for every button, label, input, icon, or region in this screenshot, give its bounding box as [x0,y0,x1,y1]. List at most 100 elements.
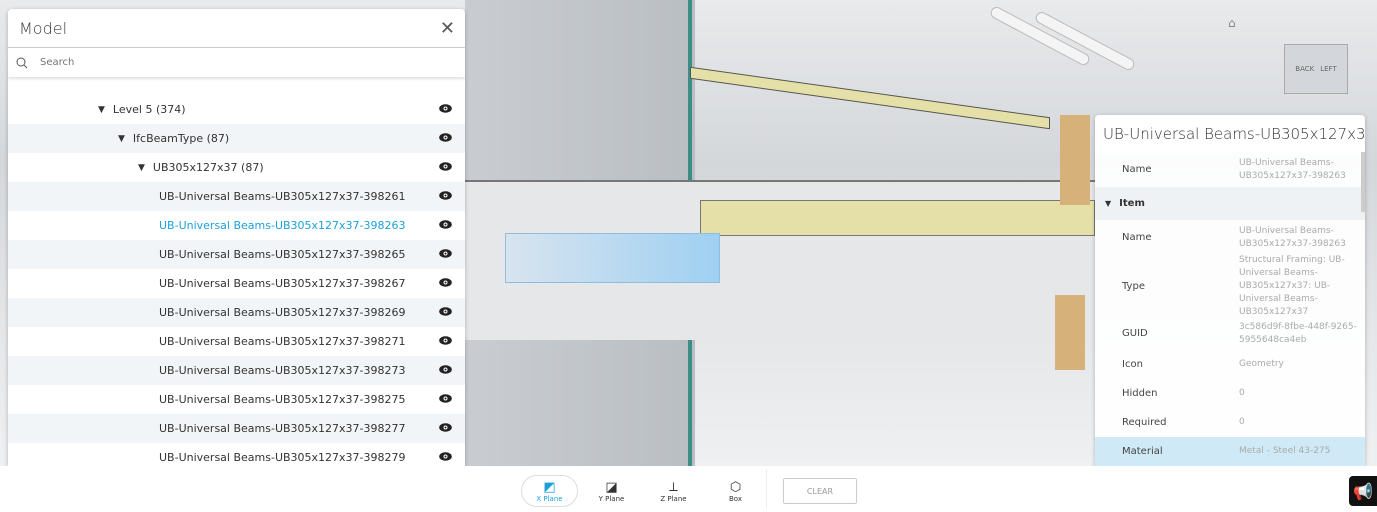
eye-icon[interactable] [439,364,452,377]
tree-item-label: UB-Universal Beams-UB305x127x37-398277 [159,422,406,435]
tree-item[interactable]: UB-Universal Beams-UB305x127x37-398261 [8,182,465,211]
button-label: Box [728,494,742,503]
tree-item[interactable]: UB-Universal Beams-UB305x127x37-398279 [8,443,465,466]
model-tree: ▼ Level 5 (374) ▼ IfcBeamType (87) ▼ UB305x12… [8,86,465,466]
property-value: Metal - Steel 43-275 [1239,446,1331,456]
property-value: Geometry [1239,359,1284,369]
tree-item[interactable]: UB-Universal Beams-UB305x127x37-398277 [8,414,465,443]
property-row[interactable]: Icon Geometry [1095,350,1365,379]
search-input[interactable] [40,57,420,68]
caret-down-icon[interactable]: ▼ [138,163,145,173]
property-key: Hidden [1122,388,1158,399]
panel-title: Model [19,18,68,38]
search-icon [16,57,28,68]
tree-item[interactable]: ▼ UB305x127x37 (87) [8,153,465,182]
property-key: Material [1122,446,1163,457]
y-plane-button[interactable]: ◪ Y Plane [583,475,640,507]
scrollbar[interactable] [1361,152,1365,212]
property-row[interactable]: GUID 3c586d9f-8fbe-448f-9265-5955648ca4eb [1095,317,1365,350]
property-value: Structural Framing: UB-Universal Beams-U… [1239,254,1345,317]
property-key: Required [1122,417,1167,428]
tree-item-label: UB-Universal Beams-UB305x127x37-398265 [159,248,406,261]
property-value: UB-Universal Beams-UB305x127x37-398263 [1239,225,1346,249]
search-bar [8,48,465,77]
section-label: Item [1119,198,1145,209]
property-value: 3c586d9f-8fbe-448f-9265-5955648ca4eb [1239,321,1357,345]
eye-icon[interactable] [439,132,452,145]
property-key: Name [1122,164,1152,175]
z-plane-button[interactable]: ⟂ Z Plane [645,475,702,507]
property-row[interactable]: Required 0 [1095,408,1365,437]
eye-icon[interactable] [439,306,452,319]
eye-icon[interactable] [439,190,452,203]
tree-item[interactable]: UB-Universal Beams-UB305x127x37-398263 [8,211,465,240]
eye-icon[interactable] [439,103,452,116]
caret-down-icon[interactable]: ▼ [118,134,125,144]
viewcube[interactable]: BACK LEFT [1284,44,1348,94]
tree-item-label: UB-Universal Beams-UB305x127x37-398269 [159,306,406,319]
upper-beam [690,66,1050,130]
tree-item[interactable]: UB-Universal Beams-UB305x127x37-398265 [8,240,465,269]
eye-icon[interactable] [439,335,452,348]
beam-section [700,200,1095,236]
home-icon[interactable]: ⌂ [1228,16,1236,30]
eye-icon[interactable] [439,161,452,174]
selected-beam[interactable] [505,233,720,283]
door [1060,115,1090,205]
caret-down-icon: ▼ [1105,199,1112,208]
property-row[interactable]: Material Metal - Steel 43-275 [1095,437,1365,466]
caret-down-icon[interactable]: ▼ [98,105,105,115]
tree-item-label: UB-Universal Beams-UB305x127x37-398263 [159,219,406,232]
property-value: 0 [1239,388,1245,398]
tree-item[interactable]: UB-Universal Beams-UB305x127x37-398275 [8,385,465,414]
z-plane-icon: ⟂ [669,479,678,495]
eye-icon[interactable] [439,393,452,406]
tree-item-label: UB-Universal Beams-UB305x127x37-398275 [159,393,406,406]
property-value: 0 [1239,417,1245,427]
eye-icon[interactable] [439,277,452,290]
tree-item[interactable]: ▼ Level 5 (374) [8,95,465,124]
close-icon[interactable]: ✕ [440,18,455,39]
tree-item-label: UB-Universal Beams-UB305x127x37-398273 [159,364,406,377]
door [1055,295,1085,370]
button-label: Y Plane [598,494,625,503]
feedback-button[interactable]: 📢 [1349,476,1377,506]
property-row[interactable]: Name UB-Universal Beams-UB305x127x37-3982… [1095,220,1365,255]
x-plane-icon: ◩ [543,479,556,495]
button-label: X Plane [536,494,563,503]
tree-item-label: UB-Universal Beams-UB305x127x37-398271 [159,335,406,348]
tree-item-label: UB305x127x37 (87) [152,161,264,174]
viewcube-left[interactable]: LEFT [1320,65,1337,73]
tree-item[interactable]: UB-Universal Beams-UB305x127x37-398271 [8,327,465,356]
box-button[interactable]: ⬡ Box [707,475,764,507]
divider [766,469,767,509]
eye-icon[interactable] [439,422,452,435]
property-key: GUID [1122,328,1148,339]
model-panel: Model ✕ ▼Level 5 (374)▼IfcBeamType (87)▼… [8,9,465,466]
x-plane-button[interactable]: ◩ X Plane [521,475,578,507]
properties-panel: UB-Universal Beams-UB305x127x37-398263 N… [1095,115,1365,466]
tree-item-label: IfcBeamType (87) [132,132,230,145]
tree-item[interactable]: ▼ IfcBeamType (87) [8,124,465,153]
viewcube-back[interactable]: BACK [1295,65,1314,73]
eye-icon[interactable] [439,248,452,261]
section-item[interactable]: ▼ Item [1095,187,1365,220]
tree-item-label: UB-Universal Beams-UB305x127x37-398267 [159,277,406,290]
tree-item-label: UB-Universal Beams-UB305x127x37-398261 [159,190,406,203]
tree-item[interactable]: UB-Universal Beams-UB305x127x37-398273 [8,356,465,385]
property-key: Icon [1122,359,1143,370]
tree-item[interactable]: UB-Universal Beams-UB305x127x37-398267 [8,269,465,298]
eye-icon[interactable] [439,451,452,464]
megaphone-icon: 📢 [1353,481,1373,501]
property-value: UB-Universal Beams-UB305x127x37-398263 [1239,157,1346,181]
tree-item[interactable]: UB-Universal Beams-UB305x127x37-398269 [8,298,465,327]
box-icon: ⬡ [729,479,742,495]
button-label: Z Plane [660,494,687,503]
section-toolbar: ◩ X Plane ◪ Y Plane ⟂ Z Plane ⬡ Box CLEAR [0,466,1377,512]
property-key: Type [1122,280,1145,292]
property-row[interactable]: Hidden 0 [1095,379,1365,408]
property-row[interactable]: Type Structural Framing: UB-Universal Bea… [1095,255,1365,317]
eye-icon[interactable] [439,219,452,232]
tree-item-label: UB-Universal Beams-UB305x127x37-398279 [159,451,406,464]
clear-button[interactable]: CLEAR [783,478,857,504]
